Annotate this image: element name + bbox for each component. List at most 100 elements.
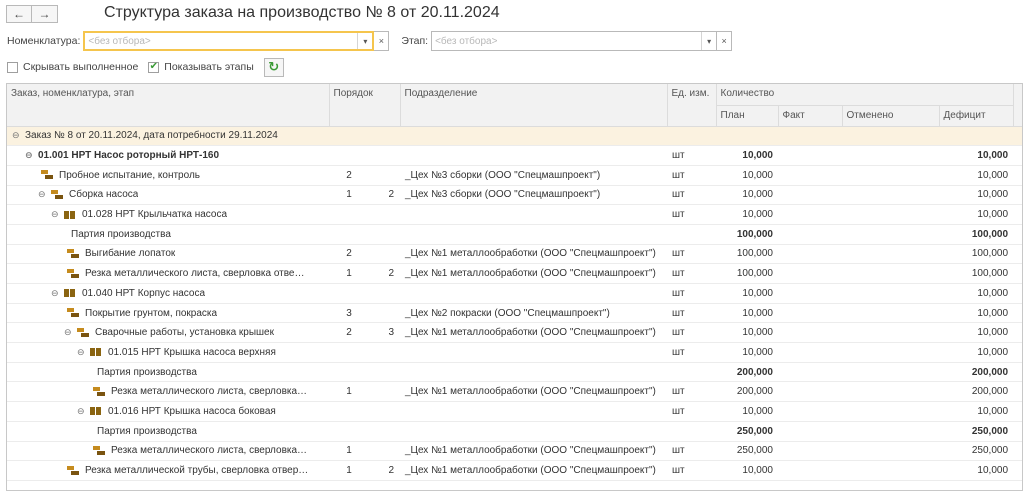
cell-fact: [778, 145, 842, 166]
hide-done-label[interactable]: Скрывать выполненное: [23, 61, 138, 73]
cell-order: 3: [329, 303, 400, 324]
table-row[interactable]: ⊖ 01.028 НРТ Крыльчатка насоса шт 10,000 10,…: [7, 204, 1022, 225]
cell-name: ⊖ Заказ № 8 от 20.11.2024, дата потребнос…: [7, 126, 329, 147]
table-row[interactable]: Покрытие грунтом, покраска 3 _Цех №2 покра…: [7, 303, 1022, 324]
cell-plan: [716, 126, 778, 147]
chevron-down-icon[interactable]: ▾: [701, 32, 716, 50]
table-row[interactable]: Резка металлической трубы, сверловка отв…: [7, 460, 1022, 481]
cell-division: [400, 342, 667, 363]
cell-cancelled: [842, 303, 939, 324]
table-row[interactable]: ⊖ Сборка насоса 1 2 _Цех №3 сборки (ООО "Спе…: [7, 185, 1022, 206]
cell-order: 12: [329, 460, 400, 481]
collapse-toggle-icon[interactable]: ⊖: [25, 150, 35, 161]
cell-order: [329, 401, 400, 422]
order-secondary: 3: [388, 327, 394, 339]
collapse-toggle-icon[interactable]: ⊖: [51, 209, 61, 220]
cell-filler: [1013, 441, 1022, 462]
column-header-deficit[interactable]: Дефицит: [939, 105, 1014, 127]
table-row[interactable]: ⊖ Заказ № 8 от 20.11.2024, дата потребнос…: [7, 126, 1022, 147]
row-name: 01.015 НРТ Крышка насоса верхняя: [108, 346, 276, 358]
collapse-toggle-icon[interactable]: ⊖: [51, 288, 61, 299]
cell-deficit: 10,000: [939, 401, 1014, 422]
collapse-toggle-icon[interactable]: ⊖: [38, 189, 48, 200]
table-row[interactable]: ⊖ 01.001 НРТ Насос роторный НРТ-160 шт 10,0…: [7, 145, 1022, 166]
row-name-wrapper: ⊖ 01.015 НРТ Крышка насоса верхняя: [12, 347, 324, 358]
back-button[interactable]: ←: [6, 5, 32, 23]
column-header-plan[interactable]: План: [716, 105, 779, 127]
table-row[interactable]: Партия производства 100,000 100,000: [7, 224, 1022, 245]
cell-name: Резка металлической трубы, сверловка отв…: [7, 460, 329, 481]
order-primary: 3: [346, 307, 352, 319]
show-stages-checkbox[interactable]: ✔: [148, 61, 160, 73]
table-row[interactable]: Резка металлического листа, сверловка… 1 _…: [7, 381, 1022, 403]
table-body: ⊖ Заказ № 8 от 20.11.2024, дата потребнос…: [7, 126, 1022, 481]
column-header-name[interactable]: Заказ, номенклатура, этап: [7, 84, 330, 127]
table-row[interactable]: ⊖ 01.015 НРТ Крышка насоса верхняя шт 10,00…: [7, 342, 1022, 363]
cell-order: [329, 126, 400, 147]
show-stages-label[interactable]: Показывать этапы: [164, 61, 253, 73]
collapse-toggle-icon[interactable]: ⊖: [77, 406, 87, 417]
close-icon: ×: [378, 36, 385, 46]
collapse-toggle-icon[interactable]: ⊖: [64, 327, 74, 338]
cell-deficit: 200,000: [939, 362, 1014, 383]
cell-plan: 10,000: [716, 165, 778, 186]
table-row[interactable]: Партия производства 250,000 250,000: [7, 421, 1022, 442]
cell-unit: шт: [667, 165, 716, 186]
cell-cancelled: [842, 342, 939, 363]
order-primary: 1: [346, 386, 352, 398]
cell-unit: шт: [667, 244, 716, 265]
table-row[interactable]: ⊖ 01.016 НРТ Крышка насоса боковая шт 10,00…: [7, 401, 1022, 422]
order-secondary: 2: [388, 189, 394, 201]
stage-filter-input[interactable]: <без отбора> ▾: [431, 31, 718, 51]
chevron-down-icon[interactable]: ▾: [357, 33, 372, 49]
cell-division: [400, 145, 667, 166]
cell-filler: [1013, 145, 1022, 166]
refresh-button[interactable]: ↻: [263, 57, 284, 77]
row-name: Резка металлического листа, сверловка…: [111, 386, 308, 398]
table-row[interactable]: Выгибание лопаток 2 _Цех №1 металлообработ…: [7, 244, 1022, 265]
column-header-order[interactable]: Порядок: [329, 84, 401, 127]
forward-button[interactable]: →: [32, 5, 58, 23]
table-row[interactable]: Резка металлического листа, сверловка… 1 _…: [7, 441, 1022, 462]
cell-division: _Цех №3 сборки (ООО "Спецмашпроект"): [400, 185, 667, 206]
collapse-toggle-icon[interactable]: ⊖: [12, 130, 22, 141]
column-header-unit[interactable]: Ед. изм.: [667, 84, 717, 127]
table-row[interactable]: ⊖ Сварочные работы, установка крышек 2 3 _Це…: [7, 322, 1022, 344]
nomenclature-clear-button[interactable]: ×: [374, 31, 390, 51]
cell-cancelled: [842, 460, 939, 481]
cell-order: [329, 224, 400, 245]
stage-clear-button[interactable]: ×: [717, 31, 733, 51]
column-header-fact[interactable]: Факт: [778, 105, 843, 127]
cell-order: 12: [329, 185, 400, 206]
cell-filler: [1013, 244, 1022, 265]
column-header-cancelled[interactable]: Отменено: [842, 105, 940, 127]
cell-order: [329, 283, 400, 304]
cell-filler: [1013, 126, 1022, 147]
cell-name: Пробное испытание, контроль: [7, 165, 329, 186]
cell-filler: [1013, 204, 1022, 225]
row-name-wrapper: Партия производства: [12, 367, 324, 378]
cell-plan: 100,000: [716, 224, 778, 245]
table-row[interactable]: Партия производства 200,000 200,000: [7, 362, 1022, 383]
row-name: Партия производства: [71, 228, 171, 240]
row-name: Пробное испытание, контроль: [59, 169, 201, 181]
stage-placeholder: <без отбора>: [435, 35, 498, 47]
table-row[interactable]: Резка металлического листа, сверловка от…: [7, 263, 1022, 284]
table-row[interactable]: ⊖ 01.040 НРТ Корпус насоса шт 10,000 10,000: [7, 283, 1022, 304]
operation-icon: [67, 248, 79, 259]
cell-fact: [778, 126, 842, 147]
cell-division: [400, 362, 667, 383]
hide-done-checkbox[interactable]: [7, 61, 18, 73]
cell-division: _Цех №2 покраски (ООО "Спецмашпроект"): [400, 303, 667, 324]
cell-fact: [778, 322, 842, 344]
table-row[interactable]: Пробное испытание, контроль 2 _Цех №3 сбор…: [7, 165, 1022, 186]
operation-icon: [51, 189, 63, 200]
nomenclature-filter-input[interactable]: <без отбора> ▾: [83, 31, 375, 51]
cell-plan: 250,000: [716, 441, 778, 462]
cell-plan: 10,000: [716, 283, 778, 304]
collapse-toggle-icon[interactable]: ⊖: [77, 347, 87, 358]
cell-cancelled: [842, 381, 939, 403]
column-header-division[interactable]: Подразделение: [400, 84, 668, 127]
nomenclature-label: Номенклатура:: [7, 35, 81, 47]
row-name: Заказ № 8 от 20.11.2024, дата потребност…: [25, 130, 278, 142]
